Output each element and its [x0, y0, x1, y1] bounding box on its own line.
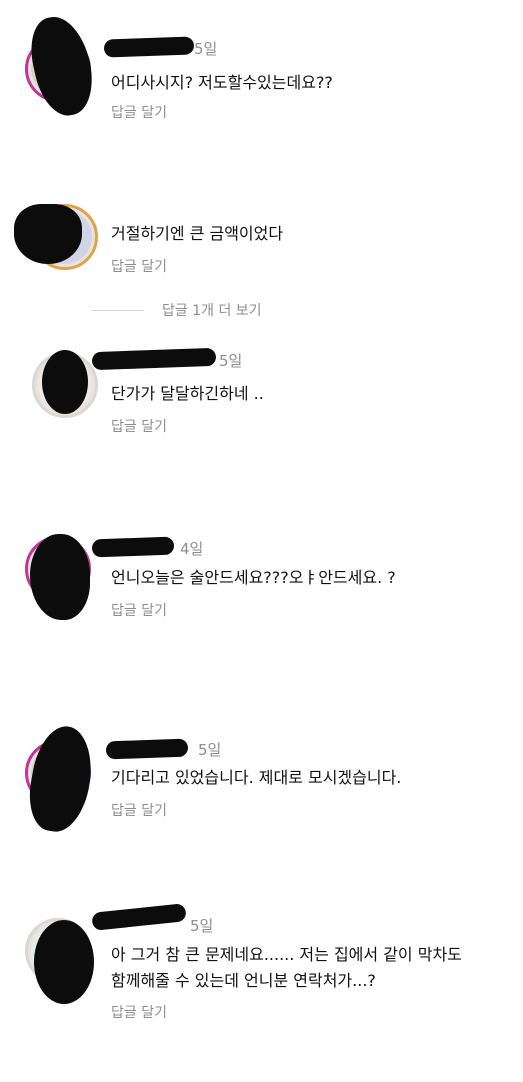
view-more-label[interactable]: 답글 1개 더 보기: [162, 300, 262, 320]
divider-line: [92, 309, 144, 311]
comment-6: 5일 아 그거 참 큰 문제네요...... 저는 집에서 같이 막차도 함께해…: [0, 890, 523, 1030]
redaction-mark: [34, 920, 94, 1004]
reply-button[interactable]: 답글 달기: [111, 800, 167, 820]
timestamp: 5일: [190, 917, 214, 935]
comment-text: 어디사시지? 저도할수있는데요??: [111, 73, 333, 92]
comment-5: 5일 기다리고 있었습니다. 제대로 모시겠습니다. 답글 달기: [0, 700, 523, 837]
comment-2: 거절하기엔 큰 금액이었다 답글 달기: [0, 190, 523, 290]
comment-text-line-1: 아 그거 참 큰 문제네요...... 저는 집에서 같이 막차도: [111, 945, 462, 964]
comment-text: 단가가 달달하긴하네 ..: [111, 384, 264, 403]
reply-button[interactable]: 답글 달기: [111, 416, 167, 436]
reply-button[interactable]: 답글 달기: [111, 102, 167, 122]
redaction-mark: [24, 11, 100, 121]
view-more-replies[interactable]: 답글 1개 더 보기: [92, 300, 262, 320]
timestamp: 5일: [194, 40, 218, 58]
username-redacted: [91, 536, 175, 558]
reply-button[interactable]: 답글 달기: [111, 1002, 167, 1022]
redaction-mark: [30, 534, 90, 620]
timestamp: 4일: [180, 540, 204, 558]
reply-button[interactable]: 답글 달기: [111, 256, 167, 276]
username-redacted: [103, 36, 195, 58]
redaction-mark: [23, 721, 99, 837]
timestamp: 5일: [219, 352, 243, 370]
comment-text: 기다리고 있었습니다. 제대로 모시겠습니다.: [111, 768, 402, 787]
comment-text: 언니오늘은 술안드세요???오ㅑ안드세요. ?: [111, 568, 396, 587]
comment-3: 5일 단가가 달달하긴하네 .. 답글 달기: [0, 330, 523, 440]
timestamp: 5일: [198, 741, 222, 759]
reply-button[interactable]: 답글 달기: [111, 600, 167, 620]
comment-text: 거절하기엔 큰 금액이었다: [111, 224, 284, 243]
username-redacted: [105, 738, 189, 760]
username-redacted: [91, 903, 187, 931]
comment-text-line-2: 함께해줄 수 있는데 언니분 연락처가...?: [111, 971, 376, 990]
redaction-mark: [42, 350, 88, 414]
comment-1: 5일 어디사시지? 저도할수있는데요?? 답글 달기: [0, 0, 523, 150]
comment-4: 4일 언니오늘은 술안드세요???오ㅑ안드세요. ? 답글 달기: [0, 520, 523, 640]
redaction-mark: [14, 204, 82, 264]
username-redacted: [91, 347, 217, 371]
